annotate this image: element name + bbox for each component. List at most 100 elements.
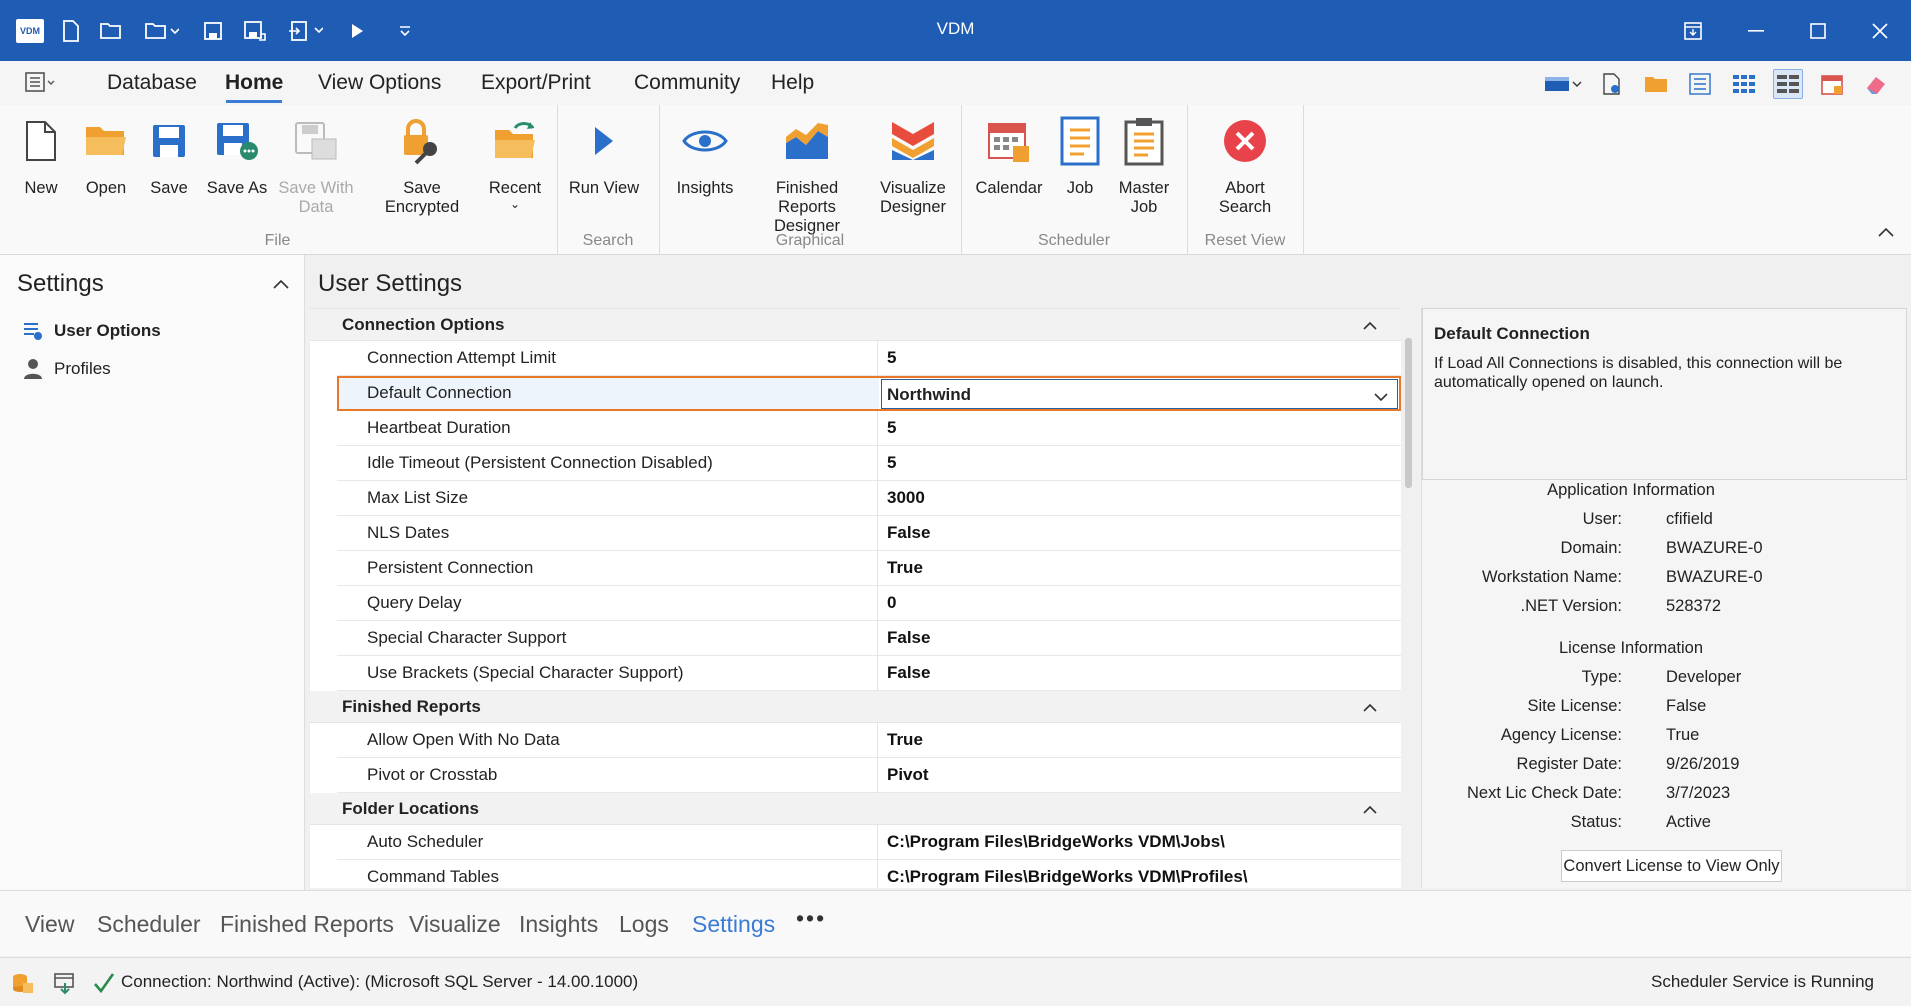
job-button[interactable]: Job xyxy=(1056,115,1104,198)
recent-button[interactable]: Recent ⌄ xyxy=(485,115,545,210)
save-as-button[interactable]: Save As xyxy=(202,115,272,198)
nav-logs[interactable]: Logs xyxy=(619,911,669,938)
settings-document-icon[interactable] xyxy=(1597,69,1627,99)
folder-icon[interactable] xyxy=(1641,69,1671,99)
convert-license-button[interactable]: Convert License to View Only xyxy=(1561,850,1782,882)
settings-item-user-options[interactable]: User Options xyxy=(22,317,161,345)
visualize-designer-button[interactable]: Visualize Designer xyxy=(873,115,953,217)
category-finished-reports[interactable]: Finished Reports xyxy=(310,691,1401,723)
property-row[interactable]: Persistent Connection True xyxy=(337,551,1401,586)
property-row[interactable]: Heartbeat Duration 5 xyxy=(337,411,1401,446)
eraser-icon[interactable] xyxy=(1861,69,1891,99)
group-label-file: File xyxy=(264,232,291,249)
nav-insights[interactable]: Insights xyxy=(519,911,598,938)
menu-community[interactable]: Community xyxy=(634,71,740,95)
nav-scheduler[interactable]: Scheduler xyxy=(97,911,201,938)
minimize-icon[interactable] xyxy=(1734,12,1778,50)
menu-help[interactable]: Help xyxy=(771,71,814,95)
property-description: Default Connection If Load All Connectio… xyxy=(1422,308,1907,480)
settings-item-profiles[interactable]: Profiles xyxy=(22,355,111,383)
menu-view-options[interactable]: View Options xyxy=(318,71,441,95)
description-text: If Load All Connections is disabled, thi… xyxy=(1434,355,1843,391)
info-panel: Default Connection If Load All Connectio… xyxy=(1421,308,1907,888)
scrollbar-thumb[interactable] xyxy=(1405,338,1412,488)
new-button[interactable]: New xyxy=(10,115,72,198)
license-info-row: Agency License: True xyxy=(1500,726,1700,744)
nav-finished-reports[interactable]: Finished Reports xyxy=(220,911,394,938)
nav-visualize[interactable]: Visualize xyxy=(409,911,501,938)
category-folder-locations[interactable]: Folder Locations xyxy=(310,793,1401,825)
property-row[interactable]: Use Brackets (Special Character Support)… xyxy=(337,656,1401,691)
property-row[interactable]: Connection Attempt Limit 5 xyxy=(337,341,1401,376)
property-row[interactable]: Query Delay 0 xyxy=(337,586,1401,621)
group-label-scheduler: Scheduler xyxy=(1037,232,1111,249)
tile-view-icon[interactable] xyxy=(1773,69,1803,99)
chevron-down-icon[interactable] xyxy=(1373,387,1389,407)
settings-panel: Settings User Options Profiles xyxy=(0,255,305,890)
calendar-small-icon[interactable] xyxy=(1817,69,1847,99)
calendar-button[interactable]: Calendar xyxy=(972,115,1046,198)
visualize-icon xyxy=(873,115,953,167)
save-encrypted-button[interactable]: Save Encrypted xyxy=(365,115,479,217)
more-options-icon[interactable]: ••• xyxy=(796,905,826,932)
chevron-up-icon[interactable] xyxy=(1362,800,1378,820)
property-row[interactable]: Idle Timeout (Persistent Connection Disa… xyxy=(337,446,1401,481)
license-info-row: Next Lic Check Date: 3/7/2023 xyxy=(1467,784,1731,802)
chevron-up-icon[interactable] xyxy=(1362,698,1378,718)
menu-export-print[interactable]: Export/Print xyxy=(481,71,591,95)
ribbon: New Open Save Save As Save With Data Sav… xyxy=(0,105,1911,255)
default-connection-dropdown[interactable]: Northwind xyxy=(881,379,1398,409)
menu-database[interactable]: Database xyxy=(107,71,197,95)
user-icon xyxy=(24,359,42,379)
active-menu-indicator xyxy=(226,100,282,103)
maximize-icon[interactable] xyxy=(1796,12,1840,50)
property-row[interactable]: Allow Open With No Data True xyxy=(337,723,1401,758)
list-view-icon[interactable] xyxy=(1685,69,1715,99)
menu-bar: Database Home View Options Export/Print … xyxy=(0,61,1911,105)
property-grid: Connection Options Connection Attempt Li… xyxy=(310,308,1401,888)
nav-settings[interactable]: Settings xyxy=(692,911,775,938)
play-icon xyxy=(566,115,642,167)
insights-button[interactable]: Insights xyxy=(672,115,738,198)
property-row[interactable]: Pivot or Crosstab Pivot xyxy=(337,758,1401,793)
description-title: Default Connection xyxy=(1434,324,1590,343)
save-button[interactable]: Save xyxy=(139,115,199,198)
checkmark-icon xyxy=(91,970,117,996)
database-icon[interactable] xyxy=(10,970,36,996)
grid-view-icon[interactable] xyxy=(1729,69,1759,99)
save-with-data-button[interactable]: Save With Data xyxy=(276,115,356,217)
recent-folder-icon xyxy=(485,115,545,167)
property-row[interactable]: Max List Size 3000 xyxy=(337,481,1401,516)
close-icon[interactable] xyxy=(1858,12,1902,50)
app-info-heading: Application Information xyxy=(1547,481,1715,499)
theme-dropdown-icon[interactable] xyxy=(1543,69,1583,99)
property-row[interactable]: NLS Dates False xyxy=(337,516,1401,551)
open-button[interactable]: Open xyxy=(76,115,136,198)
app-info-row: User: cfifield xyxy=(1582,510,1713,528)
restore-layout-icon[interactable] xyxy=(1671,12,1715,50)
grid-scrollbar[interactable] xyxy=(1401,308,1419,888)
clipboard-icon xyxy=(1112,115,1176,167)
collapse-settings-icon[interactable] xyxy=(272,275,290,295)
settings-panel-title: Settings xyxy=(17,270,104,297)
license-info-row: Register Date: 9/26/2019 xyxy=(1516,755,1740,773)
finished-reports-designer-button[interactable]: Finished Reports Designer xyxy=(746,115,868,236)
save-with-data-icon xyxy=(276,115,356,167)
app-menu-icon[interactable] xyxy=(24,70,58,99)
abort-icon xyxy=(1205,115,1285,167)
menu-home[interactable]: Home xyxy=(225,71,283,95)
scheduler-status: Scheduler Service is Running xyxy=(1650,972,1874,991)
chevron-up-icon[interactable] xyxy=(1362,316,1378,336)
property-row[interactable]: Command Tables C:\Program Files\BridgeWo… xyxy=(337,860,1401,888)
category-connection-options[interactable]: Connection Options xyxy=(310,309,1401,341)
abort-search-button[interactable]: Abort Search xyxy=(1205,115,1285,217)
collapse-ribbon-icon[interactable] xyxy=(1877,223,1897,243)
connection-manager-icon[interactable] xyxy=(52,970,78,996)
nav-view[interactable]: View xyxy=(25,911,74,938)
property-row[interactable]: Auto Scheduler C:\Program Files\BridgeWo… xyxy=(337,825,1401,860)
property-row-default-connection[interactable]: Default Connection Northwind xyxy=(337,376,1401,411)
master-job-button[interactable]: Master Job xyxy=(1112,115,1176,217)
run-view-button[interactable]: Run View xyxy=(566,115,642,198)
property-row[interactable]: Special Character Support False xyxy=(337,621,1401,656)
area-chart-icon xyxy=(746,115,868,167)
